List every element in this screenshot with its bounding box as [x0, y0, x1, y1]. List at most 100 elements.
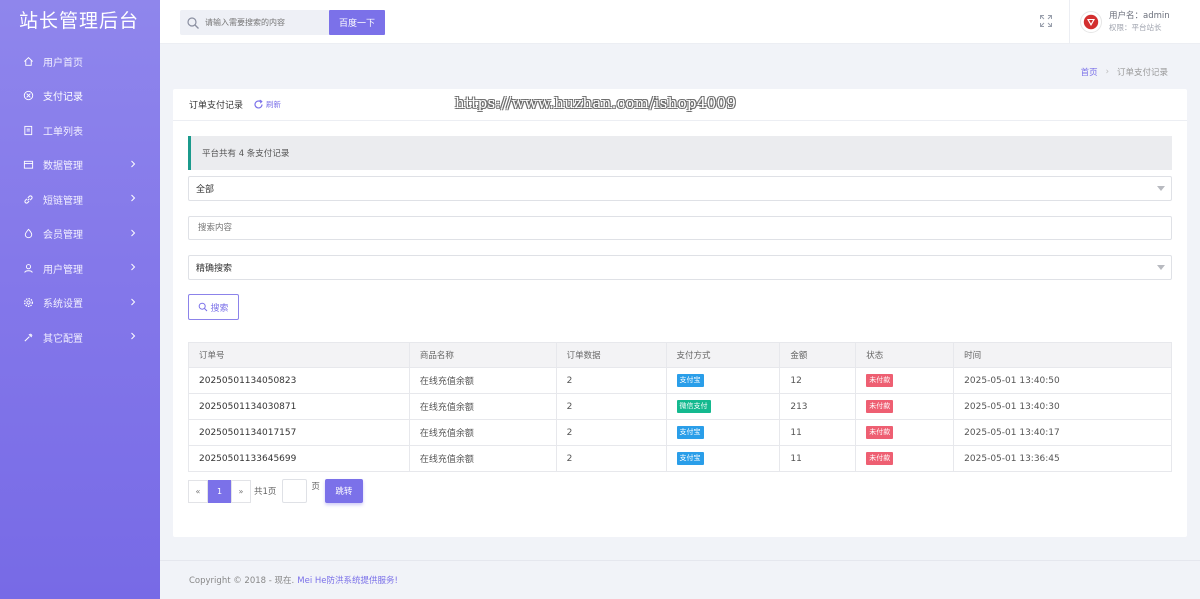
- payment-method-badge: 支付宝: [676, 426, 704, 439]
- sidebar-item-label: 其它配置: [43, 333, 83, 345]
- baidu-search-button[interactable]: 百度一下: [329, 10, 385, 35]
- sidebar-item-label: 用户首页: [43, 57, 83, 69]
- payment-icon: [22, 90, 34, 102]
- status-cell: 未付款: [855, 393, 955, 420]
- order-no-cell: 20250501134017157: [188, 419, 410, 446]
- fullscreen-icon[interactable]: [1039, 14, 1053, 28]
- search-button[interactable]: 搜索: [188, 294, 239, 320]
- col-header-quantity: 订单数据: [555, 342, 667, 368]
- search-button-label: 搜索: [210, 303, 229, 314]
- chevron-right-icon: [131, 229, 136, 236]
- table-row: 20250501133645699 在线充值余额 2 支付宝 11 未付款 20…: [188, 445, 1172, 472]
- breadcrumb-current: 订单支付记录: [1116, 68, 1168, 78]
- sidebar-item-links[interactable]: 短链管理: [0, 182, 160, 217]
- table-row: 20250501134050823 在线充值余额 2 支付宝 12 未付款 20…: [188, 367, 1172, 394]
- footer-link[interactable]: Mei He防洪系统提供服务!: [297, 574, 398, 586]
- order-no-cell: 20250501134030871: [188, 393, 410, 420]
- sidebar-item-data[interactable]: 数据管理: [0, 148, 160, 183]
- breadcrumb: 首页 › 订单支付记录: [1081, 66, 1168, 78]
- user-info[interactable]: 用户名：admin 权限：平台站长: [1069, 0, 1200, 44]
- jump-button[interactable]: 跳转: [324, 479, 363, 503]
- page-1-button[interactable]: 1: [208, 479, 231, 503]
- pagination: « 1 » 共1页 页 跳转: [188, 479, 363, 503]
- status-badge: 未付款: [866, 452, 894, 465]
- chevron-right-icon: [131, 160, 136, 167]
- table-header-row: 订单号 商品名称 订单数据 支付方式 金额 状态 时间: [188, 342, 1172, 368]
- product-cell: 在线充值余额: [408, 445, 557, 472]
- status-cell: 未付款: [855, 445, 955, 472]
- order-no-cell: 20250501133645699: [188, 445, 410, 472]
- orders-table: 订单号 商品名称 订单数据 支付方式 金额 状态 时间 202505011340…: [188, 342, 1172, 472]
- sidebar-menu: 用户首页 支付记录 工单列表 数据管理 短链管理 会员管理 用户管理 系统设置 …: [0, 44, 160, 355]
- total-pages: 共1页: [254, 487, 277, 497]
- search-mode-value: 精确搜索: [196, 264, 233, 274]
- table-row: 20250501134030871 在线充值余额 2 微信支付 213 未付款 …: [188, 393, 1172, 420]
- record-count-alert: 平台共有 4 条支付记录: [188, 136, 1172, 170]
- breadcrumb-separator: ›: [1105, 67, 1109, 77]
- col-header-product: 商品名称: [408, 342, 557, 368]
- order-no-cell: 20250501134050823: [188, 367, 410, 394]
- sidebar-item-home[interactable]: 用户首页: [0, 44, 160, 79]
- copyright-text: Copyright © 2018 - 现在.: [189, 576, 295, 586]
- time-cell: 2025-05-01 13:40:30: [953, 393, 1172, 420]
- filter-select[interactable]: 全部: [188, 176, 1172, 201]
- search-mode-select[interactable]: 精确搜索: [188, 255, 1172, 280]
- product-cell: 在线充值余额: [408, 367, 557, 394]
- payment-method-badge: 支付宝: [676, 452, 704, 465]
- sidebar-item-label: 数据管理: [43, 161, 83, 173]
- prev-page-button[interactable]: «: [188, 479, 208, 503]
- member-icon: [22, 228, 34, 240]
- payment-method-cell: 支付宝: [665, 367, 781, 394]
- sidebar-item-config[interactable]: 其它配置: [0, 320, 160, 355]
- link-icon: [22, 193, 34, 205]
- breadcrumb-home[interactable]: 首页: [1081, 66, 1098, 78]
- sidebar-item-users[interactable]: 用户管理: [0, 251, 160, 286]
- sidebar-item-payment[interactable]: 支付记录: [0, 79, 160, 114]
- page-title: 订单支付记录: [189, 101, 244, 111]
- amount-cell: 11: [779, 419, 857, 446]
- payment-records-card: 订单支付记录 刷新 https://www.huzhan.com/ishop40…: [173, 89, 1187, 537]
- sidebar-item-label: 支付记录: [43, 92, 83, 104]
- status-badge: 未付款: [866, 400, 894, 413]
- footer: Copyright © 2018 - 现在. Mei He防洪系统提供服务!: [160, 560, 1200, 599]
- quantity-cell: 2: [555, 419, 667, 446]
- table-row: 20250501134017157 在线充值余额 2 支付宝 11 未付款 20…: [188, 419, 1172, 446]
- sidebar-item-tickets[interactable]: 工单列表: [0, 113, 160, 148]
- header-search-input[interactable]: [205, 18, 325, 27]
- user-role: 权限：平台站长: [1109, 23, 1162, 32]
- sidebar-item-label: 短链管理: [43, 195, 83, 207]
- sidebar-item-members[interactable]: 会员管理: [0, 217, 160, 252]
- refresh-button[interactable]: 刷新: [253, 99, 281, 110]
- chevron-right-icon: [131, 298, 136, 305]
- sidebar-item-settings[interactable]: 系统设置: [0, 286, 160, 321]
- col-header-order-no: 订单号: [188, 342, 410, 368]
- next-page-button[interactable]: »: [231, 479, 251, 503]
- payment-method-cell: 支付宝: [665, 419, 781, 446]
- data-icon: [22, 159, 34, 171]
- page-unit-label: 页: [311, 482, 320, 492]
- user-text: 用户名：admin 权限：平台站长: [1109, 11, 1170, 33]
- refresh-label: 刷新: [266, 100, 282, 109]
- col-header-time: 时间: [953, 342, 1172, 368]
- quantity-cell: 2: [555, 445, 667, 472]
- payment-method-cell: 微信支付: [665, 393, 781, 420]
- amount-cell: 12: [779, 367, 857, 394]
- payment-method-cell: 支付宝: [665, 445, 781, 472]
- page-number-input[interactable]: [282, 479, 308, 503]
- refresh-icon: [254, 99, 263, 109]
- time-cell: 2025-05-01 13:36:45: [953, 445, 1172, 472]
- sidebar: 站长管理后台 用户首页 支付记录 工单列表 数据管理 短链管理 会员管理 用户管…: [0, 0, 160, 599]
- search-content-input[interactable]: [188, 216, 1172, 240]
- filter-select-value: 全部: [196, 185, 215, 195]
- status-badge: 未付款: [866, 374, 894, 387]
- caret-down-icon: [1157, 265, 1165, 270]
- amount-cell: 213: [779, 393, 857, 420]
- col-header-amount: 金额: [779, 342, 857, 368]
- col-header-payment-method: 支付方式: [665, 342, 781, 368]
- search-icon: [199, 302, 208, 312]
- product-cell: 在线充值余额: [408, 393, 557, 420]
- home-icon: [22, 55, 34, 67]
- payment-method-badge: 支付宝: [676, 374, 704, 387]
- header-search: [180, 10, 330, 35]
- caret-down-icon: [1157, 186, 1165, 191]
